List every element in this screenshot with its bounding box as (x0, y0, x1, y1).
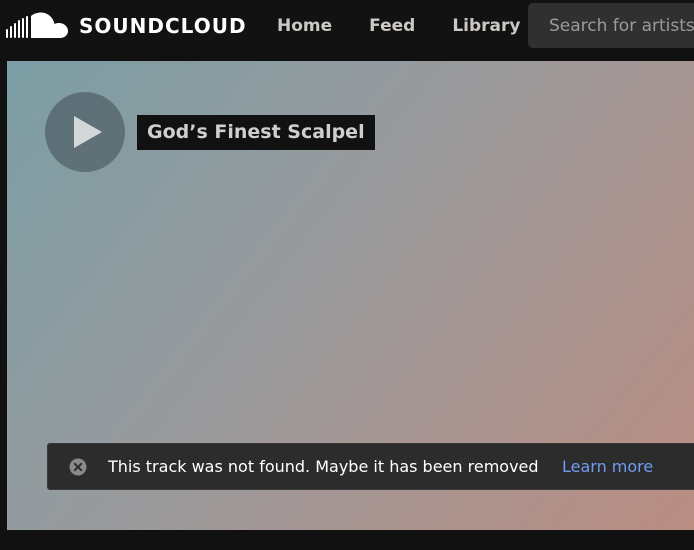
main-nav: Home Feed Library (277, 0, 557, 52)
nav-feed[interactable]: Feed (369, 16, 415, 36)
track-title: God’s Finest Scalpel (137, 115, 375, 150)
search-input[interactable] (528, 3, 694, 48)
brand-name: SOUNDCLOUD (79, 14, 247, 38)
nav-home[interactable]: Home (277, 16, 332, 36)
top-bar: SOUNDCLOUD Home Feed Library (0, 0, 694, 52)
soundcloud-logo[interactable]: SOUNDCLOUD (6, 10, 247, 42)
notification-message: This track was not found. Maybe it has b… (108, 457, 539, 476)
nav-library[interactable]: Library (452, 16, 520, 36)
close-circle-icon[interactable] (69, 458, 87, 476)
error-notification: This track was not found. Maybe it has b… (47, 443, 694, 490)
learn-more-link[interactable]: Learn more (562, 444, 653, 489)
play-button[interactable] (45, 92, 125, 172)
play-icon (74, 116, 102, 148)
soundcloud-cloud-icon (6, 12, 68, 38)
